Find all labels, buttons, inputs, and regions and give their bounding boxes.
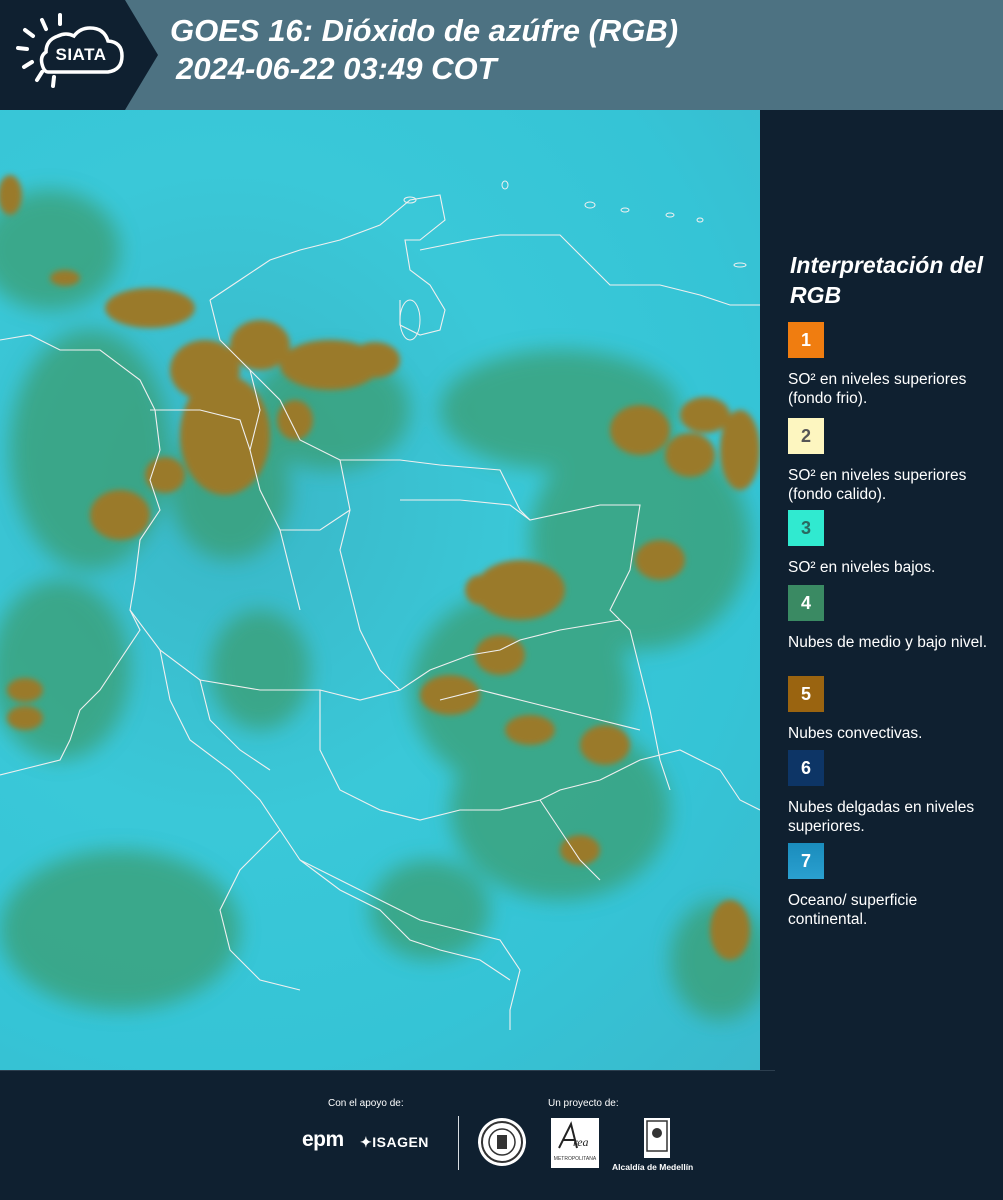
- legend-text: Nubes delgadas en niveles superiores.: [788, 799, 975, 835]
- satellite-map[interactable]: [0, 110, 760, 1070]
- alcaldia-shield-logo: [644, 1118, 670, 1158]
- legend-item-7: 7 Oceano/ superficie continental.: [788, 843, 988, 929]
- legend-text: Oceano/ superficie continental.: [788, 892, 918, 928]
- seal-icon: [481, 1121, 523, 1163]
- footer-divider-line: [0, 1070, 775, 1071]
- legend-panel: Interpretación del RGB 1 SO² en niveles …: [760, 110, 1003, 1070]
- legend-text: SO² en niveles superiores (fondo frio).: [788, 371, 967, 407]
- alcaldia-text: Alcaldía de Medellín: [612, 1162, 694, 1172]
- isagen-star-icon: ✦: [360, 1134, 373, 1150]
- epm-logo: epm: [302, 1128, 344, 1151]
- legend-swatch: 1: [788, 322, 824, 358]
- svg-text:rea: rea: [573, 1135, 589, 1149]
- legend-item-3: 3 SO² en niveles bajos.: [788, 510, 988, 577]
- header: SIATA GOES 16: Dióxido de azúfre (RGB) 2…: [0, 0, 1003, 110]
- siata-logo: SIATA: [0, 0, 158, 110]
- logo-separator: [458, 1116, 459, 1170]
- footer: Con el apoyo de: Un proyecto de: epm ✦IS…: [0, 1070, 1003, 1200]
- support-label: Con el apoyo de:: [328, 1098, 404, 1109]
- project-label: Un proyecto de:: [548, 1098, 619, 1109]
- isagen-logo: ✦ISAGEN: [360, 1134, 429, 1151]
- legend-swatch: 3: [788, 510, 824, 546]
- title-line-2: 2024-06-22 03:49 COT: [176, 51, 497, 86]
- medellin-seal-logo: [478, 1118, 526, 1166]
- area-icon: rea: [558, 1121, 589, 1149]
- area-metropolitana-logo: rea METROPOLITANA: [551, 1118, 599, 1168]
- legend-swatch: 5: [788, 676, 824, 712]
- title-line-1: GOES 16: Dióxido de azúfre (RGB): [170, 13, 679, 48]
- legend-swatch: 7: [788, 843, 824, 879]
- legend-item-6: 6 Nubes delgadas en niveles superiores.: [788, 750, 988, 836]
- area-logo-text: METROPOLITANA: [553, 1156, 597, 1162]
- legend-item-4: 4 Nubes de medio y bajo nivel.: [788, 585, 988, 652]
- legend-text: Nubes de medio y bajo nivel.: [788, 634, 988, 651]
- islands: [399, 180, 747, 341]
- legend-item-2: 2 SO² en niveles superiores (fondo calid…: [788, 418, 988, 504]
- legend-text: SO² en niveles bajos.: [788, 559, 936, 576]
- legend-title: Interpretación del RGB: [790, 252, 983, 308]
- siata-logo-text: SIATA: [55, 45, 107, 64]
- legend-swatch: 6: [788, 750, 824, 786]
- legend-swatch: 2: [788, 418, 824, 454]
- isagen-logo-text: ISAGEN: [372, 1134, 429, 1150]
- legend-item-1: 1 SO² en niveles superiores (fondo frio)…: [788, 322, 988, 408]
- shield-icon: [646, 1120, 668, 1152]
- legend-text: Nubes convectivas.: [788, 725, 923, 742]
- legend-item-5: 5 Nubes convectivas.: [788, 676, 988, 743]
- legend-text: SO² en niveles superiores (fondo calido)…: [788, 467, 967, 503]
- legend-swatch: 4: [788, 585, 824, 621]
- page-title: GOES 16: Dióxido de azúfre (RGB) 2024-06…: [170, 12, 678, 88]
- map-image: [0, 175, 760, 1030]
